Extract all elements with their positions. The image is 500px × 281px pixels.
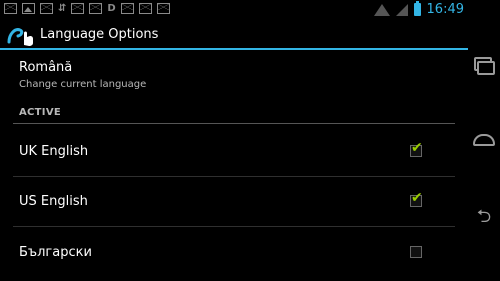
clock: 16:49 <box>426 2 464 17</box>
battery-icon <box>413 1 421 16</box>
image-icon <box>22 3 35 14</box>
navigation-bar: ⮌ <box>468 0 500 281</box>
current-language-subtitle: Change current language <box>19 79 147 90</box>
language-item-uk-english[interactable]: UK English ✔ <box>13 127 455 177</box>
action-bar-divider <box>0 48 468 50</box>
language-label: Български <box>19 245 92 260</box>
sync-icon: ⇵ <box>58 3 67 14</box>
mail-icon <box>138 3 152 14</box>
language-checkbox[interactable]: ✔ <box>410 190 423 207</box>
signal-icon <box>395 3 408 16</box>
mail-icon <box>156 3 170 14</box>
home-icon <box>473 134 495 146</box>
back-button[interactable]: ⮌ <box>472 205 496 229</box>
language-checkbox[interactable]: ✔ <box>410 140 423 157</box>
page-title: Language Options <box>40 27 159 42</box>
list-divider <box>13 226 455 227</box>
language-label: US English <box>19 194 88 209</box>
current-language-value: Română <box>19 60 73 75</box>
back-icon: ⮌ <box>476 206 492 227</box>
status-bar: ⇵ D 16:49 <box>0 0 468 20</box>
app-logo-icon[interactable] <box>6 24 38 46</box>
mail-icon <box>120 3 134 14</box>
section-header-active: ACTIVE <box>19 107 61 118</box>
section-divider <box>13 123 455 124</box>
recent-apps-button[interactable] <box>472 55 496 79</box>
wifi-icon <box>373 3 390 16</box>
d-icon: D <box>107 3 116 14</box>
check-icon: ✔ <box>411 140 423 156</box>
recent-apps-icon-front <box>477 61 495 75</box>
mail-icon <box>71 3 85 14</box>
language-item-us-english[interactable]: US English ✔ <box>13 177 455 227</box>
mail-icon <box>40 3 53 14</box>
mail-icon <box>89 3 103 14</box>
home-button[interactable] <box>472 128 496 152</box>
language-label: UK English <box>19 144 89 159</box>
action-bar: Language Options <box>0 20 468 50</box>
status-right: 16:49 <box>373 1 464 17</box>
language-item-bulgarian[interactable]: Български <box>13 228 455 278</box>
check-icon: ✔ <box>411 190 423 206</box>
mail-icon <box>4 3 17 14</box>
language-checkbox[interactable] <box>410 246 422 258</box>
current-language-item[interactable]: Română Change current language <box>19 60 459 90</box>
notification-icons: ⇵ D <box>4 3 170 14</box>
